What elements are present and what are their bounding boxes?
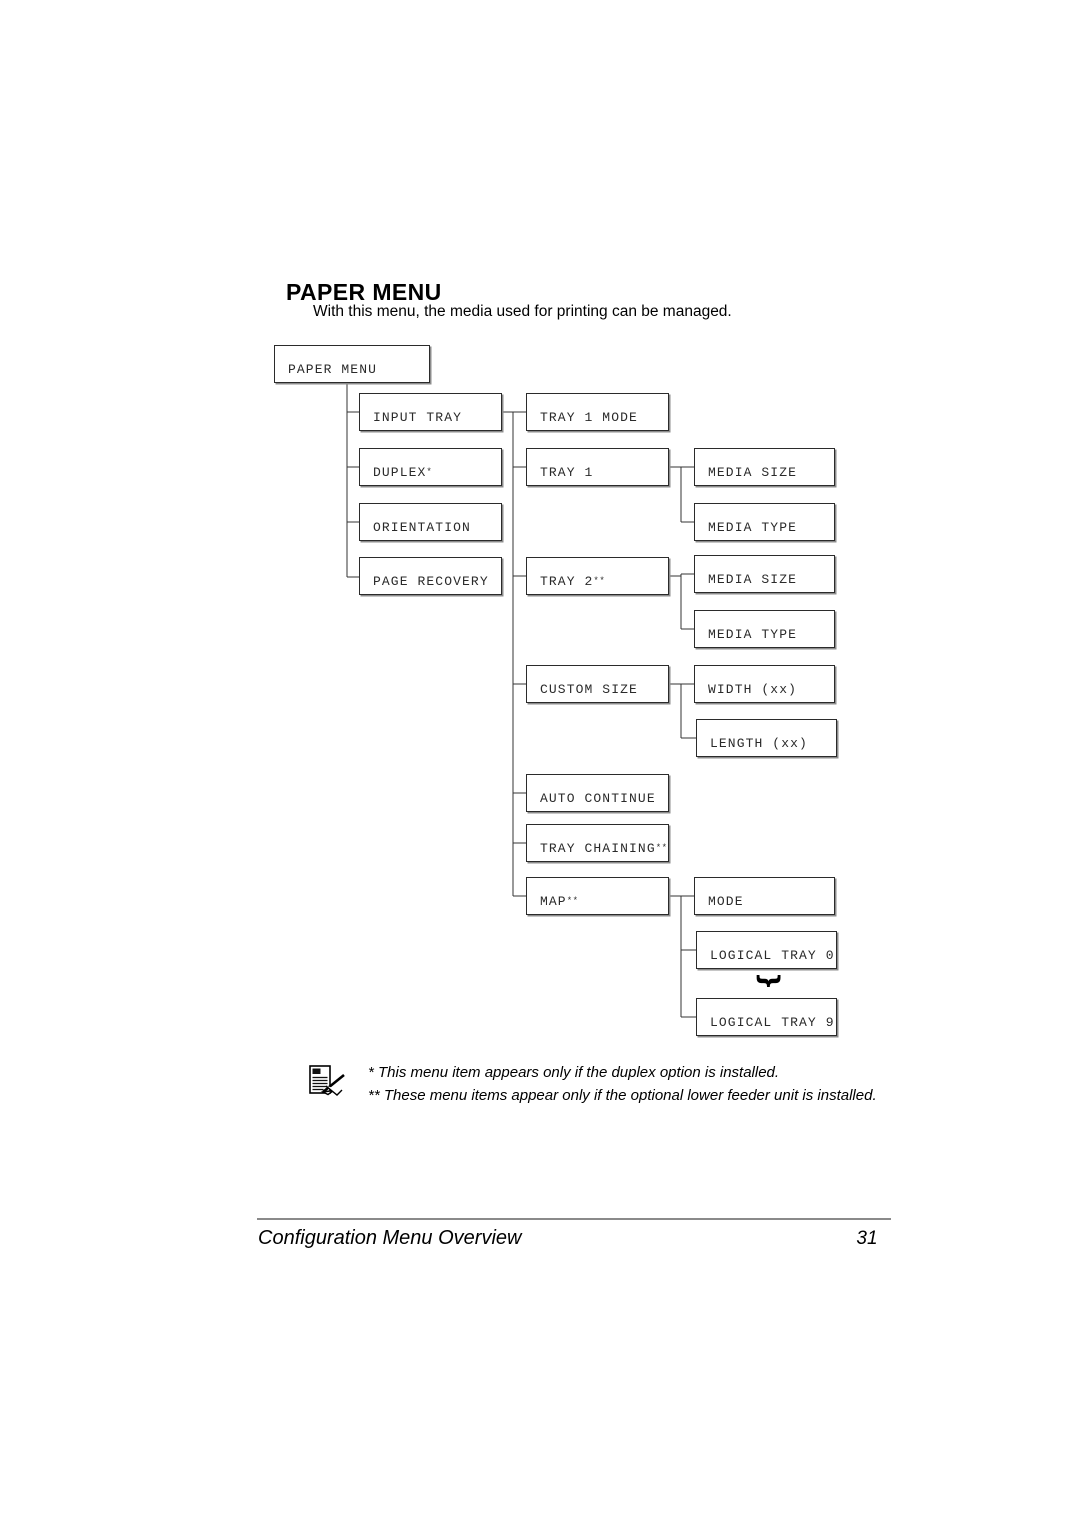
node-label: INPUT TRAY (373, 410, 463, 425)
node-label: TRAY CHAINING (540, 841, 656, 856)
footnote-marker-single: * (426, 467, 433, 477)
node-custom-size[interactable]: CUSTOM SIZE (526, 665, 669, 703)
node-label: DUPLEX (373, 465, 427, 480)
node-label: PAPER MENU (288, 362, 378, 377)
node-auto-continue[interactable]: AUTO CONTINUE (526, 774, 669, 812)
footnote-line-double: ** These menu items appear only if the o… (368, 1086, 877, 1104)
footer-chapter-title: Configuration Menu Overview (258, 1227, 522, 1249)
node-paper-menu-root[interactable]: PAPER MENU (274, 345, 430, 383)
node-label: LENGTH (xx) (710, 736, 808, 751)
node-tray-1-mode[interactable]: TRAY 1 MODE (526, 393, 669, 431)
node-media-type-tray2[interactable]: MEDIA TYPE (694, 610, 835, 648)
node-tray-chaining[interactable]: TRAY CHAINING ** (526, 824, 669, 862)
node-label: MEDIA TYPE (708, 627, 798, 642)
document-page: PAPER MENU With this menu, the media use… (0, 0, 1080, 1527)
node-label: TRAY 1 MODE (540, 410, 638, 425)
node-label: MAP (540, 894, 567, 909)
paper-menu-tree-diagram: PAPER MENU INPUT TRAY DUPLEX * ORIENTATIO… (0, 0, 1080, 1100)
node-label: MODE (708, 894, 744, 909)
node-duplex[interactable]: DUPLEX * (359, 448, 502, 486)
node-length[interactable]: LENGTH (xx) (696, 719, 837, 757)
note-pencil-icon (306, 1064, 352, 1098)
node-media-size-tray1[interactable]: MEDIA SIZE (694, 448, 835, 486)
continuation-ellipsis-mark: } (754, 971, 784, 991)
node-label: AUTO CONTINUE (540, 791, 656, 806)
footer-page-number: 31 (856, 1228, 878, 1249)
node-map[interactable]: MAP ** (526, 877, 669, 915)
node-label: TRAY 1 (540, 465, 594, 480)
node-media-size-tray2[interactable]: MEDIA SIZE (694, 555, 835, 593)
node-label: LOGICAL TRAY 9 (710, 1015, 835, 1030)
node-input-tray[interactable]: INPUT TRAY (359, 393, 502, 431)
tree-connector-lines (346, 383, 696, 1018)
node-tray-1[interactable]: TRAY 1 (526, 448, 669, 486)
footer-divider (257, 1218, 891, 1220)
footnote-marker-double: ** (566, 896, 579, 906)
node-label: LOGICAL TRAY 0 (710, 948, 835, 963)
footnote-marker-double: ** (593, 576, 606, 586)
node-page-recovery[interactable]: PAGE RECOVERY (359, 557, 502, 595)
node-mode[interactable]: MODE (694, 877, 835, 915)
node-label: WIDTH (xx) (708, 682, 798, 697)
node-logical-tray-0[interactable]: LOGICAL TRAY 0 (696, 931, 837, 969)
node-logical-tray-9[interactable]: LOGICAL TRAY 9 (696, 998, 837, 1036)
node-label: PAGE RECOVERY (373, 574, 489, 589)
node-label: TRAY 2 (540, 574, 594, 589)
node-label: MEDIA SIZE (708, 465, 798, 480)
node-tray-2[interactable]: TRAY 2 ** (526, 557, 669, 595)
node-media-type-tray1[interactable]: MEDIA TYPE (694, 503, 835, 541)
footnote-line-single: * This menu item appears only if the dup… (368, 1064, 780, 1081)
node-label: MEDIA SIZE (708, 572, 798, 587)
footnote-text: * This menu item appears only if the dup… (368, 1062, 908, 1108)
node-label: ORIENTATION (373, 520, 471, 535)
node-label: MEDIA TYPE (708, 520, 798, 535)
node-width[interactable]: WIDTH (xx) (694, 665, 835, 703)
footnote-marker-double: ** (655, 843, 668, 853)
node-orientation[interactable]: ORIENTATION (359, 503, 502, 541)
node-label: CUSTOM SIZE (540, 682, 638, 697)
